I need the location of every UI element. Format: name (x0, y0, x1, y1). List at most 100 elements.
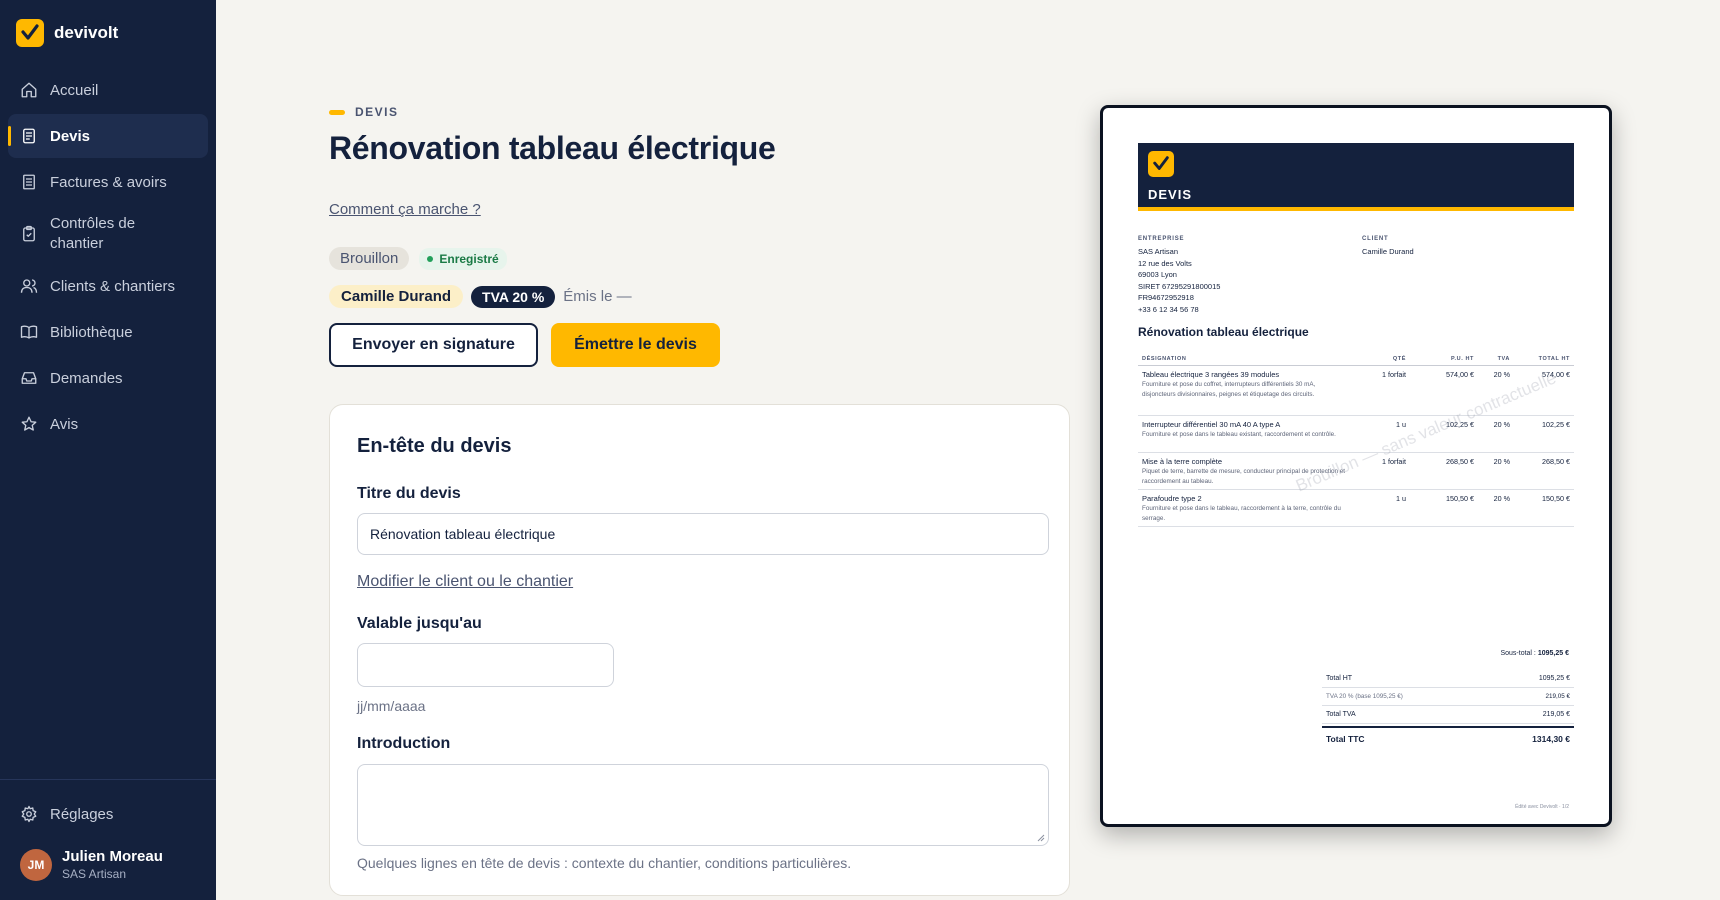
subtotal-label: Sous-total : (1500, 650, 1536, 657)
sidebar-item-label: Avis (50, 415, 79, 433)
doc-company-line: FR94672952918 (1138, 293, 1194, 302)
saved-badge: Enregistré (419, 247, 507, 270)
subtotal-value: 1095,25 € (1537, 650, 1569, 657)
meta-row: Camille Durand TVA 20 % Émis le — (329, 285, 632, 308)
doc-table-header: DÉSIGNATION QTÉ P.U. HT TVA TOTAL HT (1138, 354, 1574, 366)
doc-totals: Total HT 1095,25 € TVA 20 % (base 1095,2… (1322, 670, 1574, 748)
user-company: SAS Artisan (62, 867, 127, 881)
table-row: Mise à la terre complète Piquet de terre… (1138, 453, 1574, 490)
sidebar-item-reglages[interactable]: Réglages (8, 792, 208, 836)
sidebar-item-controles[interactable]: Contrôles de chantier (8, 206, 208, 262)
doc-logo-icon (1148, 151, 1174, 177)
emit-quote-button[interactable]: Émettre le devis (551, 323, 720, 367)
brand[interactable]: devivolt (16, 19, 118, 47)
sidebar-item-avis[interactable]: Avis (8, 402, 208, 446)
resize-handle-icon[interactable] (1037, 834, 1045, 842)
edit-client-link[interactable]: Modifier le client ou le chantier (357, 573, 573, 591)
doc-company-line: 12 rue des Volts (1138, 258, 1192, 268)
title-input[interactable]: Rénovation tableau électrique (357, 513, 1049, 555)
line-unit-price: 268,50 € (1446, 457, 1474, 466)
doc-header: DEVIS (1138, 143, 1574, 211)
col-unit-price: P.U. HT (1450, 356, 1474, 362)
tva-base-row: TVA 20 % (base 1095,25 €) 219,05 € (1322, 688, 1574, 706)
line-unit-price: 102,25 € (1446, 420, 1474, 429)
user-name: Julien Moreau (62, 848, 163, 865)
book-icon (20, 325, 38, 339)
line-qty: 1 forfait (1382, 457, 1406, 466)
title-label: Titre du devis (357, 485, 461, 502)
doc-lines-table: DÉSIGNATION QTÉ P.U. HT TVA TOTAL HT Tab… (1138, 354, 1574, 527)
eyebrow-accent (329, 109, 345, 115)
line-description: Fourniture et pose dans le tableau exist… (1142, 431, 1336, 438)
sidebar-item-clients[interactable]: Clients & chantiers (8, 264, 208, 308)
doc-client-label: CLIENT (1362, 236, 1389, 242)
user-profile[interactable]: JM Julien Moreau SAS Artisan (20, 848, 163, 882)
client-chip[interactable]: Camille Durand (329, 285, 464, 308)
doc-title: Rénovation tableau électrique (1138, 325, 1309, 339)
line-unit-price: 150,50 € (1446, 494, 1474, 503)
table-row: Parafoudre type 2 Fourniture et pose dan… (1138, 490, 1574, 527)
sidebar-nav: Accueil Devis Factures & avoirs Contrôle… (8, 68, 208, 448)
brand-name: devivolt (54, 23, 119, 42)
saved-label: Enregistré (439, 251, 499, 266)
settings-container: Réglages (8, 792, 208, 838)
line-tva: 20 % (1493, 457, 1510, 466)
invoice-icon (23, 174, 35, 190)
valid-until-input[interactable] (357, 643, 614, 687)
sidebar-item-demandes[interactable]: Demandes (8, 356, 208, 400)
total-tva-label: Total TVA (1326, 711, 1356, 718)
home-icon (21, 82, 37, 98)
doc-company-label: ENTREPRISE (1138, 236, 1185, 242)
eyebrow-label: DEVIS (355, 105, 399, 119)
total-ttc-value: 1314,30 € (1532, 734, 1570, 744)
line-qty: 1 u (1396, 420, 1406, 429)
sidebar-item-label: Factures & avoirs (50, 173, 167, 191)
total-tva-value: 219,05 € (1542, 711, 1570, 718)
sidebar-divider (0, 779, 216, 780)
valid-until-label: Valable jusqu'au (357, 615, 482, 632)
sidebar-item-label: Contrôles de chantier (50, 215, 136, 252)
sidebar-item-label: Bibliothèque (50, 323, 133, 341)
status-badge: Brouillon (329, 247, 410, 270)
total-tva-row: Total TVA 219,05 € (1322, 706, 1574, 724)
total-ht-label: Total HT (1326, 675, 1353, 682)
sidebar-item-factures[interactable]: Factures & avoirs (8, 160, 208, 204)
tva-base-label: TVA 20 % (base 1095,25 €) (1326, 693, 1403, 700)
inbox-icon (21, 372, 37, 384)
sidebar-item-bibliotheque[interactable]: Bibliothèque (8, 310, 208, 354)
gear-icon (21, 805, 37, 823)
sidebar-item-accueil[interactable]: Accueil (8, 68, 208, 112)
doc-header-title: DEVIS (1148, 187, 1193, 202)
line-title: Parafoudre type 2 (1142, 494, 1202, 503)
sidebar-item-devis[interactable]: Devis (8, 114, 208, 158)
introduction-textarea[interactable] (357, 764, 1049, 846)
page-eyebrow: DEVIS (329, 105, 399, 119)
document-icon (23, 128, 35, 144)
total-ht-row: Total HT 1095,25 € (1322, 670, 1574, 688)
line-title: Tableau électrique 3 rangées 39 modules (1142, 370, 1280, 379)
avatar: JM (20, 849, 52, 881)
doc-company-line: SAS Artisan (1138, 247, 1179, 256)
line-description: Fourniture et pose du coffret, interrupt… (1142, 381, 1316, 398)
line-total: 268,50 € (1542, 457, 1570, 466)
sidebar-item-label: Accueil (50, 81, 99, 99)
sidebar-item-label: Demandes (50, 369, 123, 387)
line-title: Mise à la terre complète (1142, 457, 1223, 466)
saved-dot-icon (427, 255, 434, 262)
doc-company-line: SIRET 67295291800015 (1138, 281, 1221, 291)
doc-company-line: +33 6 12 34 56 78 (1138, 304, 1199, 314)
doc-client-name: Camille Durand (1362, 247, 1414, 256)
section-title: En-tête du devis (357, 435, 512, 457)
line-description: Piquet de terre, barrette de mesure, con… (1142, 468, 1346, 485)
sidebar-item-label: Réglages (50, 805, 114, 823)
tva-chip: TVA 20 % (471, 285, 556, 308)
send-signature-button[interactable]: Envoyer en signature (329, 323, 538, 367)
users-icon (20, 279, 38, 293)
col-tva: TVA (1497, 356, 1510, 362)
line-total: 150,50 € (1542, 494, 1570, 503)
sidebar-item-label: Clients & chantiers (50, 277, 176, 295)
line-tva: 20 % (1493, 494, 1510, 503)
table-row: Interrupteur différentiel 30 mA 40 A typ… (1138, 416, 1574, 453)
status-row: Brouillon Enregistré (329, 247, 507, 270)
how-it-works-link[interactable]: Comment ça marche ? (329, 201, 481, 218)
